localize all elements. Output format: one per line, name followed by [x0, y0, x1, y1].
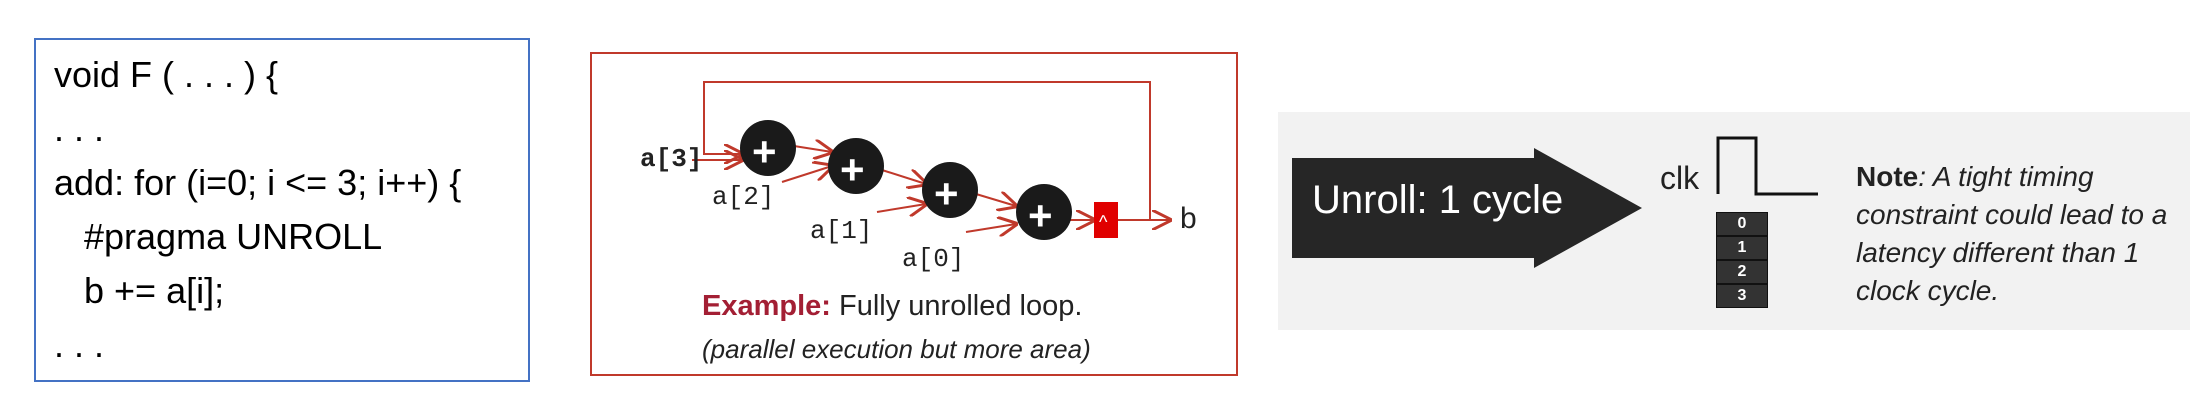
wire-a1 [876, 204, 926, 212]
cycle-op-0: 0 [1716, 212, 1768, 236]
code-line-3: add: for (i=0; i <= 3; i++) { [54, 162, 462, 203]
wire-sum1 [793, 146, 832, 152]
wire-sum3 [975, 194, 1016, 206]
wire-a0 [965, 224, 1016, 232]
example-title: Example: [702, 290, 831, 322]
unrolled-loop-diagram: + + + + ^ a[3] a[2] a[1] a[0] b Example:… [590, 52, 1238, 376]
note-title: Note [1856, 161, 1919, 192]
cycle-op-2: 2 [1716, 260, 1768, 284]
code-line-6: . . . [54, 324, 105, 365]
cycle-op-1: 1 [1716, 236, 1768, 260]
output-b: b [1180, 202, 1197, 235]
area-note: (parallel execution but more area) [702, 334, 1091, 364]
wire-a2 [781, 166, 832, 183]
cycle-op-3: 3 [1716, 284, 1768, 308]
register-clock-symbol: ^ [1099, 212, 1108, 232]
unroll-label: Unroll: 1 cycle [1312, 178, 1564, 222]
timing-panel: Unroll: 1 cycle clk 0 1 2 3 Note: A tigh… [1278, 112, 2190, 330]
code-line-4: #pragma UNROLL [54, 216, 383, 257]
code-panel: void F ( . . . ) { . . . add: for (i=0; … [34, 38, 530, 382]
code-line-5: b += a[i]; [54, 270, 225, 311]
clock-waveform [1716, 136, 1818, 196]
adder-chain-graphic [692, 81, 1236, 240]
code-line-2: . . . [54, 108, 105, 149]
adder-1-symbol: + [752, 128, 777, 175]
clock-label: clk [1660, 160, 1700, 196]
input-a1: a[1] [810, 216, 873, 246]
example-text: Fully unrolled loop. [839, 290, 1083, 322]
adder-3-symbol: + [934, 170, 959, 217]
code-line-1: void F ( . . . ) { [54, 54, 279, 95]
wire-sum2 [881, 170, 926, 184]
input-a0: a[0] [902, 244, 965, 274]
input-a3: a[3] [640, 144, 703, 174]
example-caption: Example: Fully unrolled loop. [702, 290, 1082, 323]
adder-2-symbol: + [840, 146, 865, 193]
adder-4-symbol: + [1028, 192, 1053, 239]
input-a2: a[2] [712, 182, 775, 212]
timing-note: Note: A tight timing constraint could le… [1856, 158, 2186, 310]
